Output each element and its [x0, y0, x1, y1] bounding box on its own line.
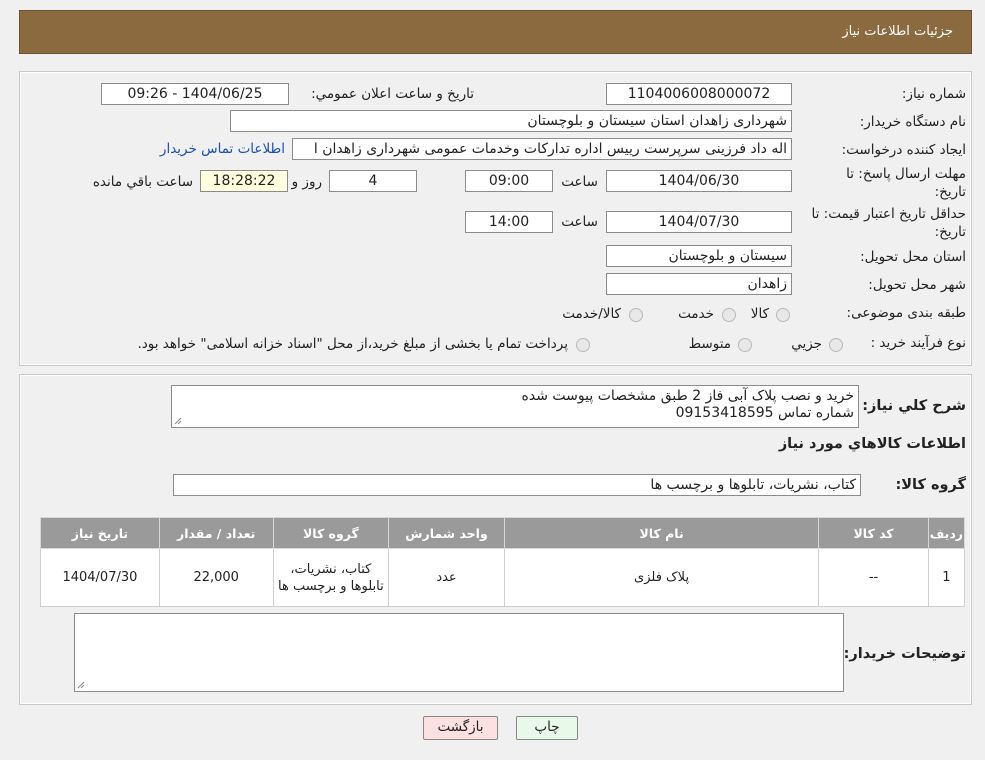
buyer-org-label: نام دستگاه خريدار: — [859, 114, 966, 130]
page-title: جزئیات اطلاعات نیاز — [842, 24, 953, 39]
buyer-org-field[interactable]: شهرداری زاهدان استان سیستان و بلوچستان — [230, 110, 792, 132]
buyer-notes-textarea[interactable] — [74, 613, 844, 692]
province-field[interactable]: سيستان و بلوچستان — [606, 245, 792, 267]
col-code: کد کالا — [818, 517, 929, 549]
announce-label: تاریخ و ساعت اعلان عمومي: — [311, 86, 474, 102]
category-label: طبقه بندی موضوعی: — [846, 305, 966, 321]
process-medium-label: متوسط — [688, 336, 731, 352]
need-number-label: شماره نیاز: — [901, 86, 966, 102]
price-validity-date-field[interactable]: 1404/07/30 — [606, 211, 792, 233]
category-goods-radio[interactable] — [776, 308, 790, 322]
price-validity-label-date: تاريخ: — [934, 224, 966, 240]
price-validity-label: حداقل تاريخ اعتبار قيمت: تا — [811, 206, 966, 222]
col-qty: تعداد / مقدار — [158, 517, 274, 549]
resize-handle-icon[interactable] — [77, 681, 85, 689]
process-type-label: نوع فرآيند خريد : — [870, 335, 966, 351]
col-group: گروه کالا — [272, 517, 390, 549]
price-validity-time-field[interactable]: 14:00 — [465, 211, 553, 233]
need-number-field[interactable]: 1104006008000072 — [606, 83, 792, 105]
creator-field[interactable]: اله داد فرزینی سرپرست رییس اداره تدارکات… — [292, 138, 792, 160]
cell-group: کتاب، نشریات، تابلوها و برچسب ها — [272, 548, 390, 607]
cell-date: 1404/07/30 — [40, 548, 160, 607]
treasury-bonds-note: پرداخت تمام يا بخشی از مبلغ خريد،از محل … — [137, 336, 568, 352]
category-service-label: خدمت — [678, 306, 714, 322]
category-both-radio[interactable] — [629, 308, 643, 322]
remaining-time-label: ساعت باقي مانده — [92, 174, 193, 190]
description-line-2: شماره تماس 09153418595 — [675, 405, 854, 421]
back-button[interactable]: بازگشت — [423, 716, 498, 740]
province-label: استان محل تحويل: — [860, 249, 966, 265]
creator-label: ايجاد کننده درخواست: — [841, 142, 966, 158]
resize-handle-icon[interactable] — [174, 417, 182, 425]
deadline-time-label: ساعت — [561, 174, 598, 190]
description-textarea[interactable]: خرید و نصب پلاک آبی فاز 2 طبق مشخصات پیو… — [171, 385, 859, 428]
deadline-time-field[interactable]: 09:00 — [465, 170, 553, 192]
col-name: نام کالا — [503, 517, 820, 549]
category-service-radio[interactable] — [722, 308, 736, 322]
process-medium-radio[interactable] — [738, 338, 752, 352]
city-field[interactable]: زاهدان — [606, 273, 792, 295]
description-line-1: خرید و نصب پلاک آبی فاز 2 طبق مشخصات پیو… — [521, 388, 854, 404]
table-row: 1 -- پلاک فلزی عدد کتاب، نشریات، تابلوها… — [40, 548, 966, 607]
process-minor-radio[interactable] — [829, 338, 843, 352]
col-unit: واحد شمارش — [388, 517, 505, 549]
goods-section-title: اطلاعات کالاهاي مورد نياز — [778, 436, 966, 452]
deadline-label-date: تاريخ: — [934, 184, 966, 200]
announce-datetime-field[interactable]: 1404/06/25 - 09:26 — [101, 83, 289, 105]
deadline-label: مهلت ارسال پاسخ: تا — [846, 166, 966, 182]
days-remaining-field[interactable]: 4 — [329, 170, 417, 192]
cell-row: 1 — [927, 548, 966, 607]
price-validity-time-label: ساعت — [561, 214, 598, 230]
days-label: روز و — [291, 174, 322, 190]
remaining-time-field[interactable]: 18:28:22 — [200, 170, 288, 192]
print-button[interactable]: چاپ — [516, 716, 578, 740]
cell-qty: 22,000 — [158, 548, 274, 607]
goods-table: رديف کد کالا نام کالا واحد شمارش گروه کا… — [40, 517, 966, 607]
treasury-bonds-checkbox[interactable] — [576, 338, 590, 352]
goods-group-field[interactable]: کتاب، نشریات، تابلوها و برچسب ها — [173, 474, 861, 496]
category-both-label: کالا/خدمت — [562, 306, 621, 322]
page-header: جزئیات اطلاعات نیاز — [19, 10, 972, 54]
city-label: شهر محل تحويل: — [868, 277, 966, 293]
cell-name: پلاک فلزی — [503, 548, 820, 607]
col-date: تاريخ نياز — [40, 517, 160, 549]
cell-unit: عدد — [388, 548, 505, 607]
cell-code: -- — [818, 548, 929, 607]
category-goods-label: کالا — [750, 306, 769, 322]
buyer-contact-link[interactable]: اطلاعات تماس خريدار — [160, 141, 285, 157]
deadline-date-field[interactable]: 1404/06/30 — [606, 170, 792, 192]
buyer-notes-label: توضيحات خريدار: — [843, 646, 966, 662]
process-minor-label: جزيي — [791, 336, 822, 352]
goods-table-header: رديف کد کالا نام کالا واحد شمارش گروه کا… — [40, 517, 966, 549]
goods-group-label: گروه کالا: — [895, 477, 966, 493]
col-row: رديف — [927, 517, 966, 549]
description-label: شرح کلي نياز: — [862, 398, 966, 414]
